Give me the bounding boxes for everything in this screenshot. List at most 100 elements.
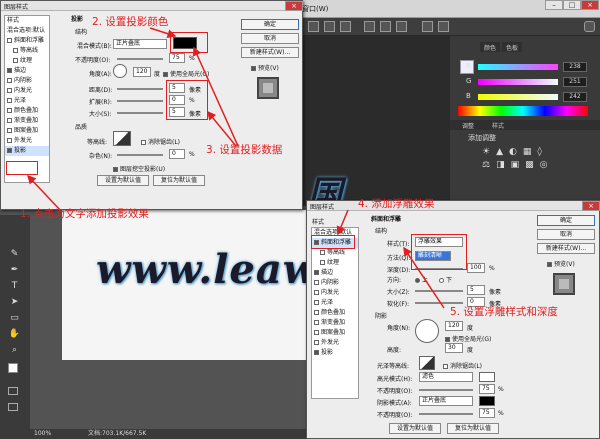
style-item-outer-glow[interactable]: 外发光 bbox=[5, 136, 49, 146]
pen-icon[interactable]: ✒ bbox=[8, 265, 21, 277]
tab-color[interactable]: 颜色 bbox=[480, 42, 501, 52]
depth-input[interactable]: 100 bbox=[467, 263, 485, 273]
direction-down-radio[interactable]: 下 bbox=[439, 275, 452, 284]
blend-options-item[interactable]: 混合选项:默认 bbox=[5, 26, 49, 36]
text-tool-icon[interactable]: T bbox=[8, 281, 21, 293]
angle-input[interactable]: 120 bbox=[445, 321, 463, 331]
g-value[interactable]: 251 bbox=[563, 77, 587, 87]
screen-mode-icon[interactable] bbox=[8, 403, 18, 411]
set-default-button[interactable]: 设置为默认值 bbox=[97, 175, 149, 186]
highlight-mode-select[interactable]: 滤色 bbox=[419, 372, 473, 382]
style-item-satin[interactable]: 光泽 bbox=[312, 298, 358, 308]
style-item-stroke[interactable]: 描边 bbox=[312, 268, 358, 278]
style-item-drop-shadow[interactable]: 投影 bbox=[312, 348, 358, 358]
size-slider[interactable] bbox=[415, 290, 463, 292]
style-item-outer-glow[interactable]: 外发光 bbox=[312, 338, 358, 348]
style-item-bevel[interactable]: 斜面和浮雕 bbox=[5, 36, 49, 46]
style-item-gradient-overlay[interactable]: 渐变叠加 bbox=[5, 116, 49, 126]
cancel-button[interactable]: 取消 bbox=[241, 33, 299, 44]
menu-window[interactable]: 窗口(W) bbox=[302, 4, 328, 14]
style-item-contour[interactable]: 等高线 bbox=[312, 248, 358, 258]
style-item-inner-glow[interactable]: 内发光 bbox=[312, 288, 358, 298]
style-item-pattern-overlay[interactable]: 图案叠加 bbox=[312, 328, 358, 338]
zoom-icon[interactable]: ⌕ bbox=[8, 345, 21, 357]
size-input[interactable]: 5 bbox=[467, 285, 485, 295]
altitude-input[interactable]: 30 bbox=[445, 343, 463, 353]
style-item-contour[interactable]: 等高线 bbox=[5, 46, 49, 56]
style-item-satin[interactable]: 光泽 bbox=[5, 96, 49, 106]
new-style-button[interactable]: 新建样式(W)... bbox=[537, 243, 595, 254]
antialias-checkbox[interactable]: 消除锯齿(L) bbox=[443, 361, 482, 370]
style-item-color-overlay[interactable]: 颜色叠加 bbox=[5, 106, 49, 116]
dialog-close-icon[interactable]: × bbox=[582, 201, 600, 211]
style-item-texture[interactable]: 纹理 bbox=[5, 56, 49, 66]
adjustment-icons[interactable]: ☀▲◐▦◊ ⚖◨▣▩◎ bbox=[482, 146, 572, 186]
r-value[interactable]: 238 bbox=[563, 62, 587, 72]
style-item-inner-shadow[interactable]: 内阴影 bbox=[312, 278, 358, 288]
align-right-icon[interactable] bbox=[340, 21, 351, 32]
style-item-stroke[interactable]: 描边 bbox=[5, 66, 49, 76]
g-slider[interactable] bbox=[478, 79, 558, 85]
set-default-button[interactable]: 设置为默认值 bbox=[389, 423, 441, 434]
style-item-pattern-overlay[interactable]: 图案叠加 bbox=[5, 126, 49, 136]
highlight-opacity-slider[interactable] bbox=[419, 389, 473, 391]
reset-default-button[interactable]: 复位为默认值 bbox=[447, 423, 499, 434]
opacity-slider[interactable] bbox=[117, 58, 163, 60]
global-light-checkbox[interactable]: 使用全局光(G) bbox=[163, 69, 209, 78]
align-left-icon[interactable] bbox=[308, 21, 319, 32]
angle-dial[interactable] bbox=[113, 64, 127, 78]
gloss-contour-picker[interactable] bbox=[419, 356, 435, 370]
spread-slider[interactable] bbox=[117, 100, 163, 102]
shadow-opacity-input[interactable]: 75 bbox=[479, 408, 495, 418]
angle-altitude-dial[interactable] bbox=[415, 319, 439, 343]
color-spectrum[interactable] bbox=[458, 106, 588, 116]
opacity-input[interactable]: 75 bbox=[169, 53, 185, 63]
blend-mode-select[interactable]: 正片叠底 bbox=[113, 39, 167, 49]
direction-up-radio[interactable]: 上 bbox=[415, 275, 428, 284]
shadow-opacity-slider[interactable] bbox=[419, 413, 473, 415]
zoom-level[interactable]: 100% bbox=[34, 430, 51, 437]
shadow-mode-select[interactable]: 正片叠底 bbox=[419, 396, 473, 406]
new-style-button[interactable]: 新建样式(W)... bbox=[241, 47, 299, 58]
highlight-opacity-input[interactable]: 75 bbox=[479, 384, 495, 394]
ok-button[interactable]: 确定 bbox=[537, 215, 595, 226]
contour-picker[interactable] bbox=[113, 131, 131, 146]
r-slider[interactable] bbox=[478, 64, 558, 70]
cancel-button[interactable]: 取消 bbox=[537, 229, 595, 240]
tab-styles[interactable]: 样式 bbox=[488, 120, 509, 130]
noise-input[interactable]: 0 bbox=[169, 149, 185, 159]
angle-input[interactable]: 120 bbox=[133, 67, 151, 77]
b-value[interactable]: 242 bbox=[563, 92, 587, 102]
dialog-close-icon[interactable]: × bbox=[285, 1, 303, 11]
knockout-checkbox[interactable]: 图层挖空投影(U) bbox=[113, 164, 165, 173]
style-item-gradient-overlay[interactable]: 渐变叠加 bbox=[312, 318, 358, 328]
fg-color-icon[interactable] bbox=[8, 363, 18, 373]
distribute-2-icon[interactable] bbox=[438, 21, 449, 32]
quickmask-icon[interactable] bbox=[8, 387, 18, 395]
shadow-color-swatch[interactable] bbox=[479, 396, 495, 406]
align-bottom-icon[interactable] bbox=[396, 21, 407, 32]
global-light-checkbox[interactable]: 使用全局光(G) bbox=[445, 334, 491, 343]
brush-icon[interactable]: ✎ bbox=[8, 249, 21, 261]
workspace-icon[interactable] bbox=[584, 21, 595, 32]
style-item-color-overlay[interactable]: 颜色叠加 bbox=[312, 308, 358, 318]
preview-checkbox[interactable]: 预览(V) bbox=[547, 259, 575, 268]
noise-slider[interactable] bbox=[117, 154, 163, 156]
preview-checkbox[interactable]: 预览(V) bbox=[251, 63, 279, 72]
align-center-icon[interactable] bbox=[324, 21, 335, 32]
path-select-icon[interactable]: ➤ bbox=[8, 297, 21, 309]
b-slider[interactable] bbox=[478, 94, 558, 100]
style-item-inner-glow[interactable]: 内发光 bbox=[5, 86, 49, 96]
tab-swatches[interactable]: 色板 bbox=[502, 42, 523, 52]
size-slider[interactable] bbox=[117, 112, 163, 114]
highlight-color-swatch[interactable] bbox=[479, 372, 495, 382]
style-item-drop-shadow[interactable]: 投影 bbox=[5, 146, 49, 156]
close-icon[interactable]: × bbox=[581, 0, 599, 10]
distance-slider[interactable] bbox=[117, 88, 163, 90]
hand-icon[interactable]: ✋ bbox=[8, 329, 21, 341]
ok-button[interactable]: 确定 bbox=[241, 19, 299, 30]
align-top-icon[interactable] bbox=[364, 21, 375, 32]
style-item-texture[interactable]: 纹理 bbox=[312, 258, 358, 268]
style-item-inner-shadow[interactable]: 内阴影 bbox=[5, 76, 49, 86]
shape-icon[interactable]: ▭ bbox=[8, 313, 21, 325]
